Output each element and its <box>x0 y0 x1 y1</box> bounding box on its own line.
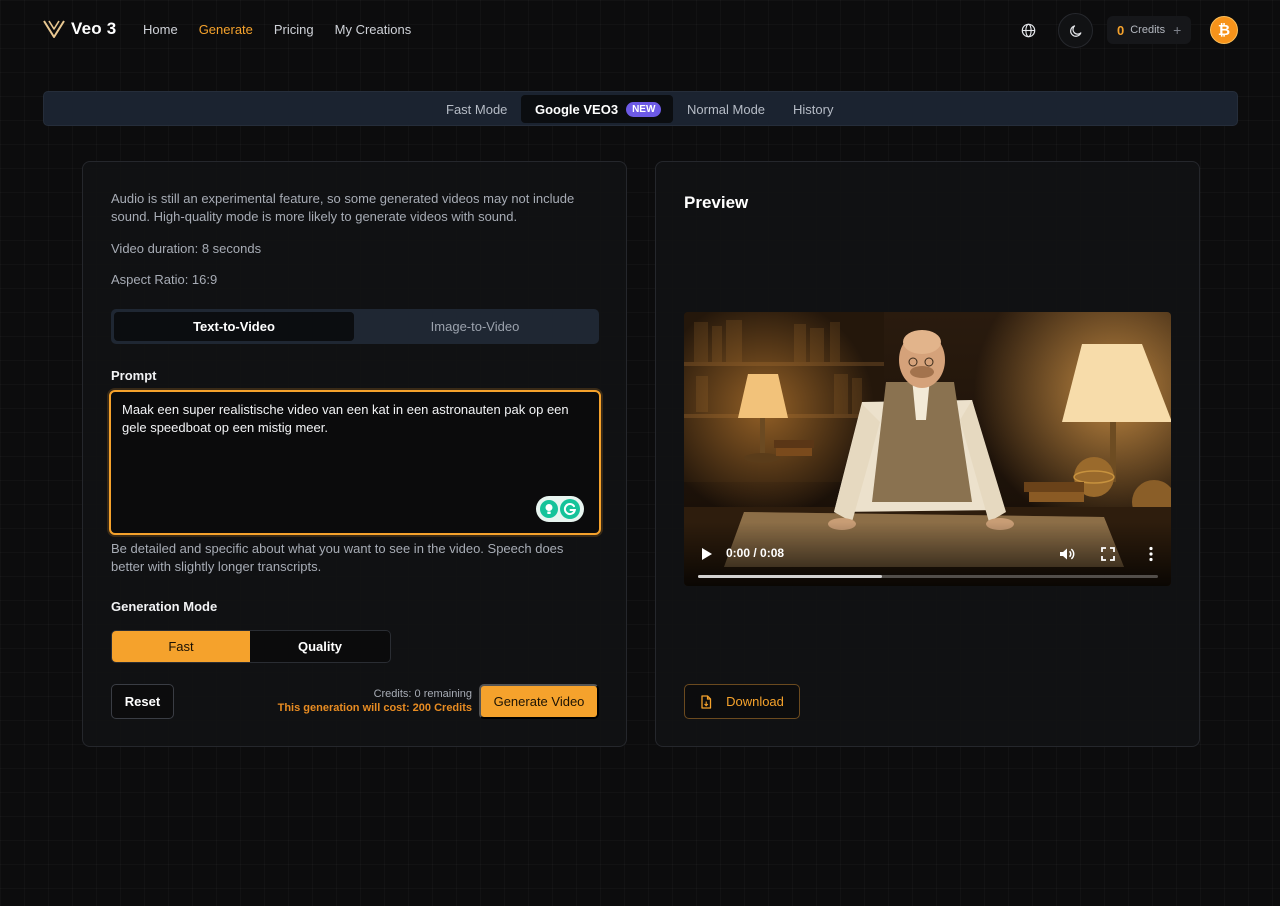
video-player[interactable]: 0:00 / 0:08 <box>684 312 1171 586</box>
fullscreen-icon[interactable] <box>1099 545 1117 563</box>
more-options-icon[interactable] <box>1142 545 1160 563</box>
top-header: Veo 3 Home Generate Pricing My Creations… <box>0 0 1280 60</box>
mode-tab-bar: Fast Mode Google VEO3 NEW Normal Mode Hi… <box>43 91 1238 126</box>
duration-info-text: Video duration: 8 seconds <box>111 241 262 256</box>
nav-my-creations[interactable]: My Creations <box>335 22 412 37</box>
generation-cost-text: This generation will cost: 200 Credits <box>277 702 472 714</box>
prompt-hint: Be detailed and specific about what you … <box>111 541 564 574</box>
image-to-video-option[interactable]: Image-to-Video <box>355 312 595 341</box>
aspect-info-text: Aspect Ratio: 16:9 <box>111 272 218 287</box>
theme-toggle-button[interactable] <box>1058 13 1093 48</box>
download-button[interactable]: Download <box>684 684 800 719</box>
bitcoin-icon: ₿ <box>1217 21 1231 39</box>
volume-icon[interactable] <box>1058 545 1076 563</box>
globe-icon <box>1021 23 1035 37</box>
generation-form-card: Audio is still an experimental feature, … <box>82 161 627 747</box>
credits-remaining-text: Credits: 0 remaining <box>373 688 472 700</box>
preview-card: Preview 0:00 / 0:08 Download <box>655 161 1200 747</box>
language-button[interactable] <box>1018 20 1038 40</box>
avatar[interactable]: ₿ <box>1210 16 1238 44</box>
generation-mode-toggle: Fast Quality <box>111 630 391 663</box>
plus-icon[interactable]: + <box>1173 23 1181 37</box>
credits-label: Credits <box>1130 24 1166 36</box>
nav-pricing[interactable]: Pricing <box>274 22 314 37</box>
credits-pill[interactable]: 0 Credits + <box>1107 16 1192 44</box>
veo-logo-icon <box>43 20 65 38</box>
main-nav: Home Generate Pricing My Creations <box>143 22 432 37</box>
video-progress-bar[interactable] <box>698 575 1158 578</box>
logo-text: Veo 3 <box>71 19 117 38</box>
generation-mode-label: Generation Mode <box>111 599 218 614</box>
prompt-label: Prompt <box>111 368 157 383</box>
fast-mode-option[interactable]: Fast <box>112 631 250 662</box>
text-to-video-option[interactable]: Text-to-Video <box>114 312 354 341</box>
download-label: Download <box>726 694 784 709</box>
new-badge: NEW <box>626 101 662 117</box>
prompt-textarea[interactable]: Maak een super realistische video van ee… <box>109 390 601 535</box>
moon-icon <box>1069 24 1081 37</box>
generate-video-button[interactable]: Generate Video <box>479 684 599 719</box>
video-controls: 0:00 / 0:08 <box>684 522 1171 586</box>
nav-generate[interactable]: Generate <box>199 22 253 37</box>
credits-count: 0 <box>1117 22 1125 38</box>
video-time-display: 0:00 / 0:08 <box>726 546 785 560</box>
tab-history[interactable]: History <box>793 95 833 123</box>
reset-button[interactable]: Reset <box>111 684 174 719</box>
tab-fast-mode[interactable]: Fast Mode <box>446 95 507 123</box>
nav-home[interactable]: Home <box>143 22 178 37</box>
credit-cost-info: Credits: 0 remaining This generation wil… <box>278 687 472 715</box>
grammarly-g-icon[interactable] <box>560 499 580 519</box>
preview-title: Preview <box>684 193 749 212</box>
quality-mode-option[interactable]: Quality <box>250 631 390 662</box>
file-download-icon <box>701 694 712 709</box>
logo[interactable]: Veo 3 <box>43 19 116 39</box>
play-icon[interactable] <box>698 546 714 562</box>
tab-google-veo3[interactable]: Google VEO3 NEW <box>521 95 673 123</box>
tab-google-veo3-label: Google VEO3 <box>535 101 619 117</box>
prompt-text[interactable]: Maak een super realistische video van ee… <box>122 401 588 436</box>
input-type-toggle: Text-to-Video Image-to-Video <box>111 309 599 344</box>
lightbulb-icon[interactable] <box>540 500 558 518</box>
grammarly-widget[interactable] <box>536 496 584 522</box>
tab-normal-mode[interactable]: Normal Mode <box>687 95 765 123</box>
audio-info-text: Audio is still an experimental feature, … <box>111 191 575 224</box>
video-buffer-fill <box>698 575 882 578</box>
